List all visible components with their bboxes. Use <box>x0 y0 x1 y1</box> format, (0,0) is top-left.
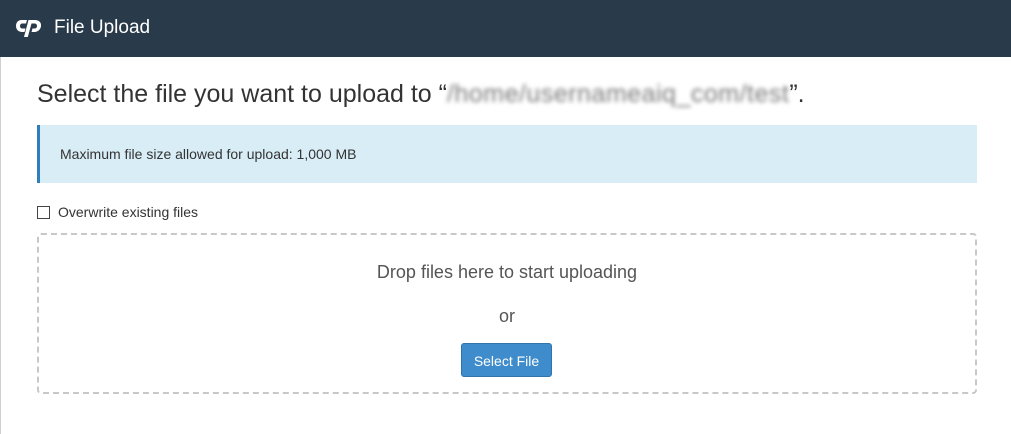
cpanel-logo-icon <box>16 20 42 37</box>
max-size-alert: Maximum file size allowed for upload: 1,… <box>37 125 977 183</box>
page-left-border <box>0 57 1 434</box>
heading-suffix: ”. <box>789 80 805 108</box>
header-title: File Upload <box>54 17 151 38</box>
overwrite-option[interactable]: Overwrite existing files <box>37 203 198 221</box>
overwrite-label[interactable]: Overwrite existing files <box>58 203 198 221</box>
overwrite-checkbox[interactable] <box>37 205 50 219</box>
or-separator: or <box>498 306 515 326</box>
max-size-text: Maximum file size allowed for upload: 1,… <box>60 146 357 162</box>
heading-prefix: Select the file you want to upload to “ <box>37 80 447 108</box>
top-header: File Upload <box>0 0 1011 57</box>
page-heading: Select the file you want to upload to “/… <box>37 78 805 110</box>
drop-instructions: Drop files here to start uploading <box>376 262 638 282</box>
file-dropzone[interactable]: Drop files here to start uploading or Se… <box>37 233 977 394</box>
select-file-button[interactable]: Select File <box>461 343 552 377</box>
upload-path: /home/usernameaiq_com/test <box>446 80 790 108</box>
